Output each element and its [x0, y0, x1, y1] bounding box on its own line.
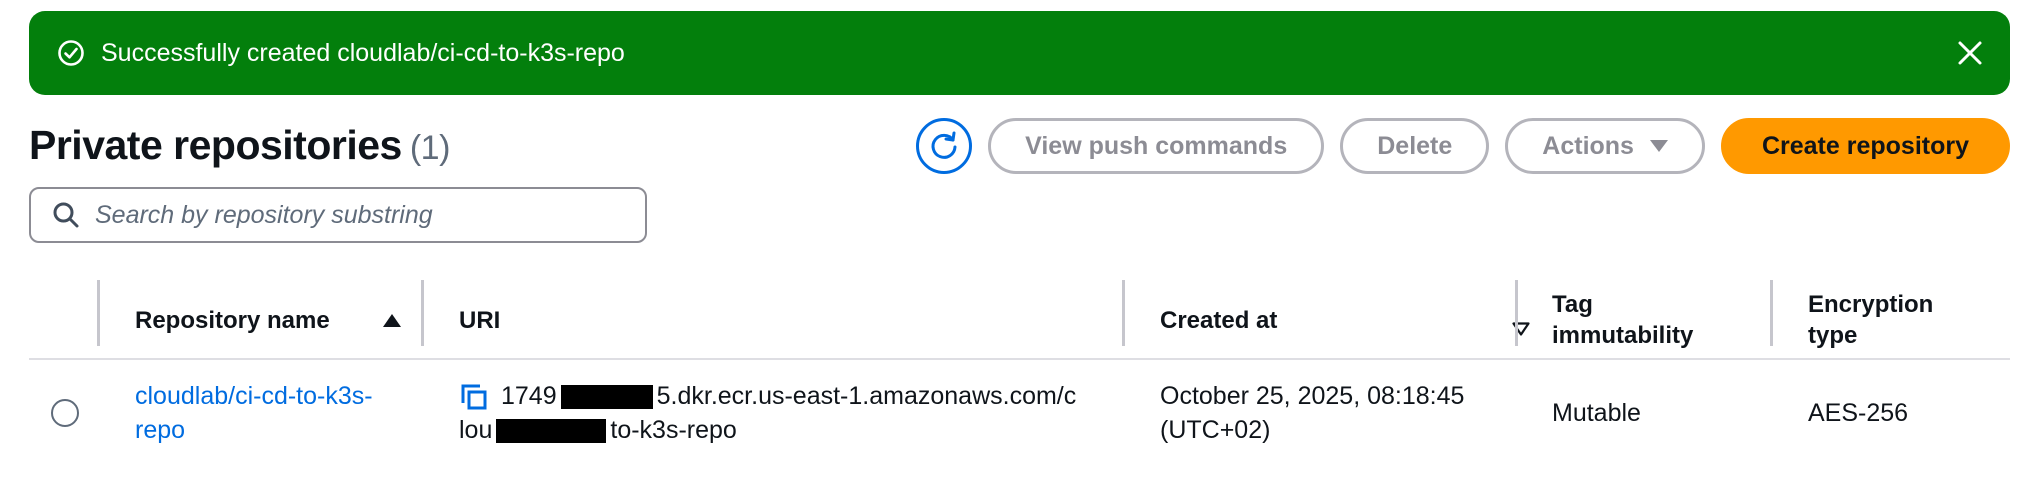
column-label: URI	[459, 306, 501, 334]
encryption-type-cell: AES-256	[1808, 360, 1908, 465]
column-header-uri: URI	[459, 280, 1139, 360]
toolbar: View push commands Delete Actions Create…	[916, 118, 2010, 174]
uri-line1: 1749 5.dkr.ecr.us-east-1.amazonaws.com/c	[459, 379, 1076, 413]
flash-message: Successfully created cloudlab/ci-cd-to-k…	[101, 38, 625, 67]
column-divider[interactable]	[421, 280, 424, 346]
delete-button[interactable]: Delete	[1340, 118, 1490, 174]
repositories-table: Repository name URI Created at Tag immut…	[29, 280, 2010, 465]
repository-name-cell: cloudlab/ci-cd-to-k3s- repo	[135, 360, 415, 465]
row-select-cell	[51, 360, 79, 465]
search-icon	[51, 200, 81, 230]
search-box	[29, 187, 647, 243]
table-header: Repository name URI Created at Tag immut…	[29, 280, 2010, 360]
uri-path-prefix: lou	[459, 415, 493, 444]
repository-name-line2: repo	[135, 415, 186, 444]
tag-immutability-cell: Mutable	[1552, 360, 1641, 465]
refresh-icon	[928, 130, 960, 162]
sort-ascending-icon[interactable]	[383, 313, 401, 327]
created-at-timezone: (UTC+02)	[1160, 415, 1271, 444]
redaction-block	[496, 418, 607, 443]
view-push-commands-button[interactable]: View push commands	[988, 118, 1325, 174]
column-header-tag-immutability: Tag immutability	[1552, 280, 1752, 360]
column-label: Encryption type	[1808, 291, 1934, 349]
column-header-repository-name[interactable]: Repository name	[135, 280, 425, 360]
column-divider	[97, 280, 100, 346]
column-divider[interactable]	[1515, 280, 1518, 346]
actions-label: Actions	[1542, 131, 1634, 160]
column-divider[interactable]	[1770, 280, 1773, 346]
encryption-type-value: AES-256	[1808, 398, 1909, 427]
uri-host: 5.dkr.ecr.us-east-1.amazonaws.com/c	[656, 381, 1077, 410]
uri-path-suffix: to-k3s-repo	[610, 415, 737, 444]
uri-line2: lou to-k3s-repo	[459, 413, 1076, 447]
column-label: Created at	[1160, 306, 1278, 334]
refresh-button[interactable]	[916, 118, 973, 174]
column-divider[interactable]	[1122, 280, 1125, 346]
page-title-text: Private repositories	[29, 122, 402, 168]
created-at-cell: October 25, 2025, 08:18:45 (UTC+02)	[1160, 360, 1500, 465]
create-repository-button[interactable]: Create repository	[1720, 118, 2010, 174]
delete-label: Delete	[1377, 131, 1453, 160]
redaction-block	[560, 384, 653, 409]
caret-down-icon	[1649, 140, 1668, 152]
success-flash-banner: Successfully created cloudlab/ci-cd-to-k…	[29, 11, 2010, 95]
repository-name-link[interactable]: cloudlab/ci-cd-to-k3s- repo	[135, 379, 373, 447]
created-at-date: October 25, 2025, 08:18:45	[1160, 381, 1465, 410]
tag-immutability-value: Mutable	[1552, 398, 1641, 427]
table-row: cloudlab/ci-cd-to-k3s- repo 1749 5.dkr.ec…	[29, 360, 2010, 465]
column-header-created-at[interactable]: Created at	[1160, 280, 1530, 360]
actions-dropdown-button[interactable]: Actions	[1505, 118, 1705, 174]
repository-count: (1)	[409, 129, 451, 167]
close-icon[interactable]	[1956, 39, 1984, 67]
create-repository-label: Create repository	[1761, 131, 1969, 160]
column-label: Repository name	[135, 306, 330, 334]
uri-cell: 1749 5.dkr.ecr.us-east-1.amazonaws.com/c …	[459, 360, 1129, 465]
search-input[interactable]	[95, 200, 615, 230]
column-label: Tag immutability	[1552, 291, 1694, 349]
column-header-encryption-type: Encryption type	[1808, 280, 1998, 360]
check-circle-icon	[57, 39, 85, 67]
view-push-commands-label: View push commands	[1025, 131, 1288, 160]
uri-account-prefix: 1749	[501, 381, 557, 410]
row-select-radio[interactable]	[51, 398, 79, 427]
copy-icon[interactable]	[459, 382, 489, 412]
repository-name-line1: cloudlab/ci-cd-to-k3s-	[135, 381, 373, 410]
page-title: Private repositories (1)	[29, 122, 450, 169]
